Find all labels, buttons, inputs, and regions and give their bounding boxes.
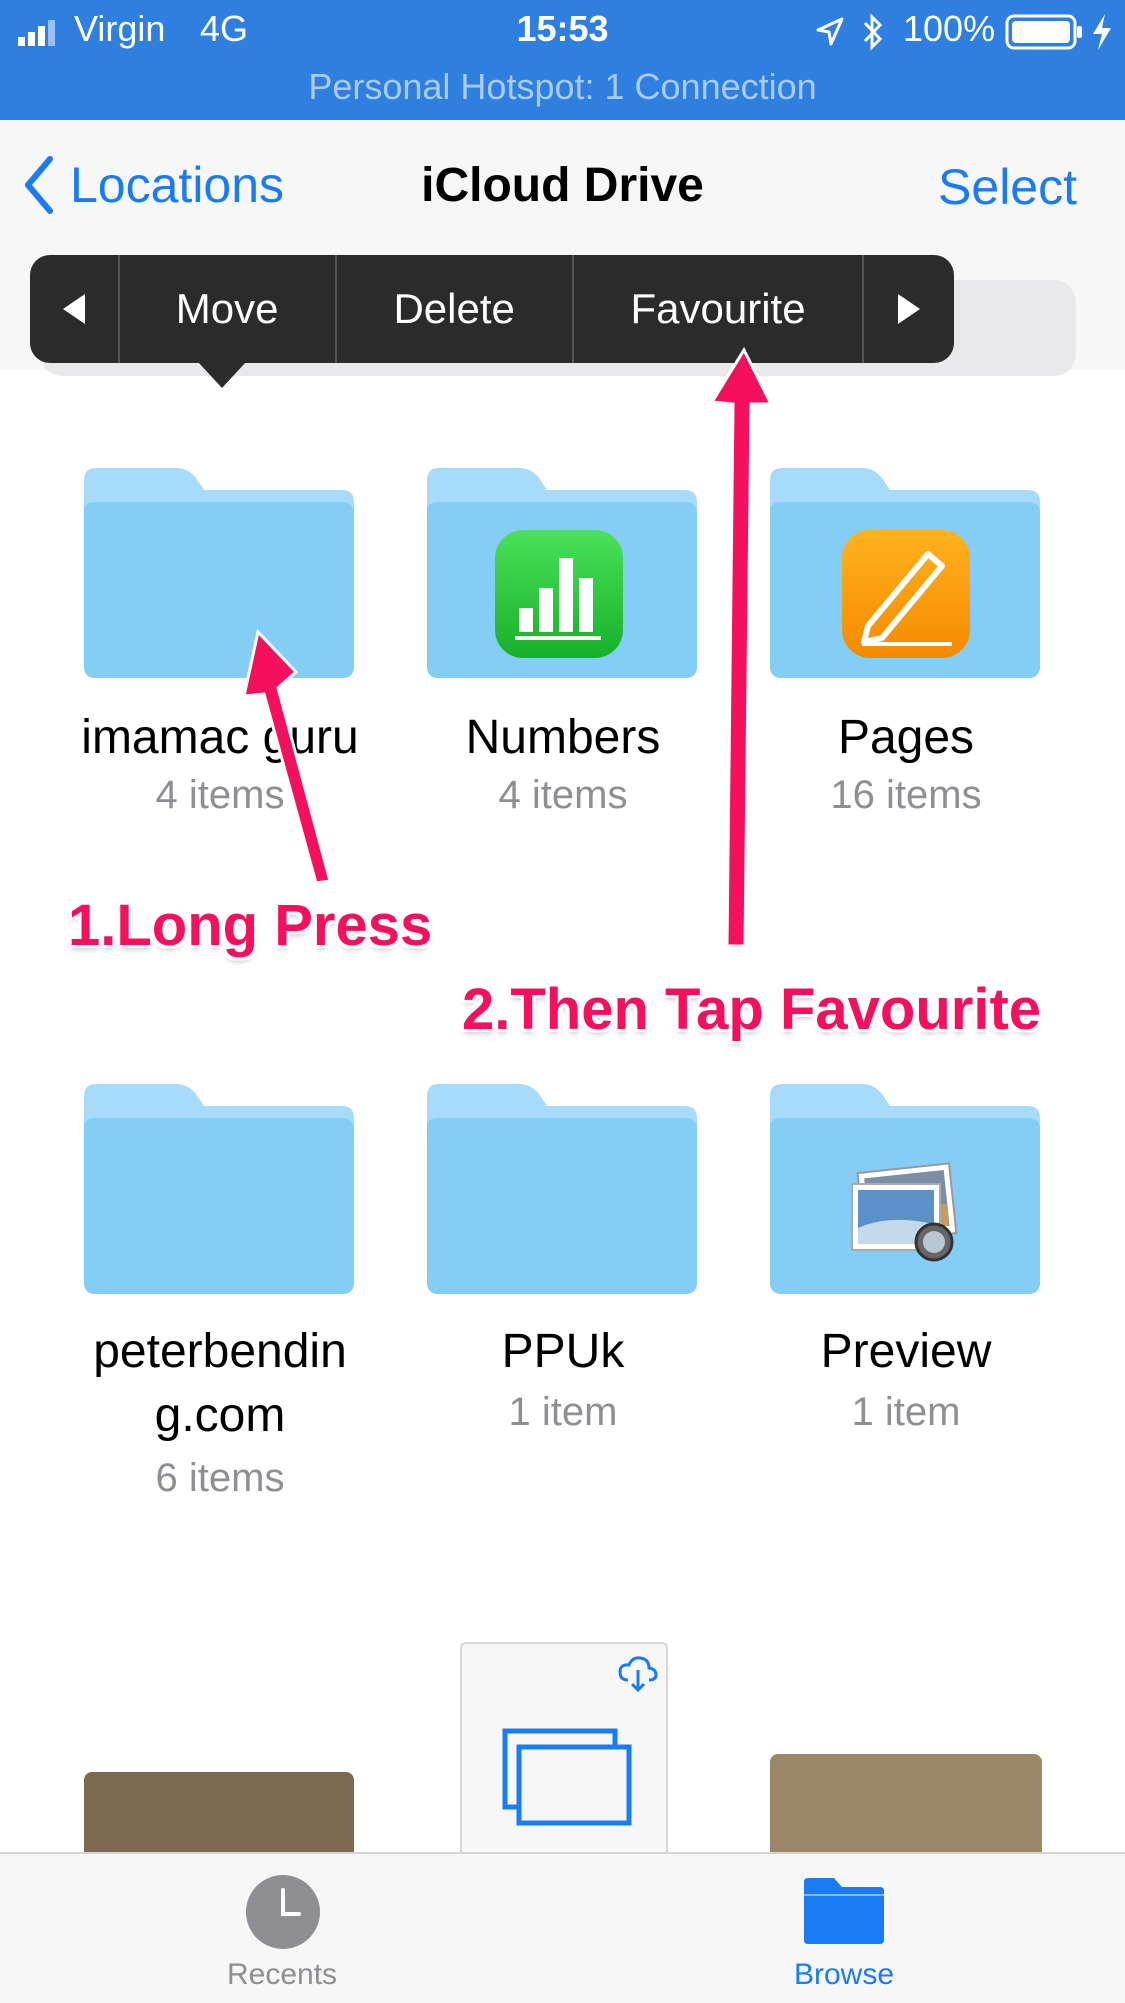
annotation-step2: 2.Then Tap Favourite	[462, 977, 1042, 1042]
folder-fill-icon	[804, 1878, 884, 1944]
clock-icon	[246, 1875, 320, 1949]
tab-label-browse: Browse	[793, 1958, 895, 1991]
tab-label-recents: Recents	[226, 1958, 338, 1991]
tab-browse[interactable]: Browse	[714, 1854, 974, 2003]
annotation-step1: 1.Long Press	[68, 893, 433, 958]
tab-recents[interactable]: Recents	[152, 1854, 412, 2003]
tab-bar: Recents Browse	[0, 1852, 1125, 2003]
